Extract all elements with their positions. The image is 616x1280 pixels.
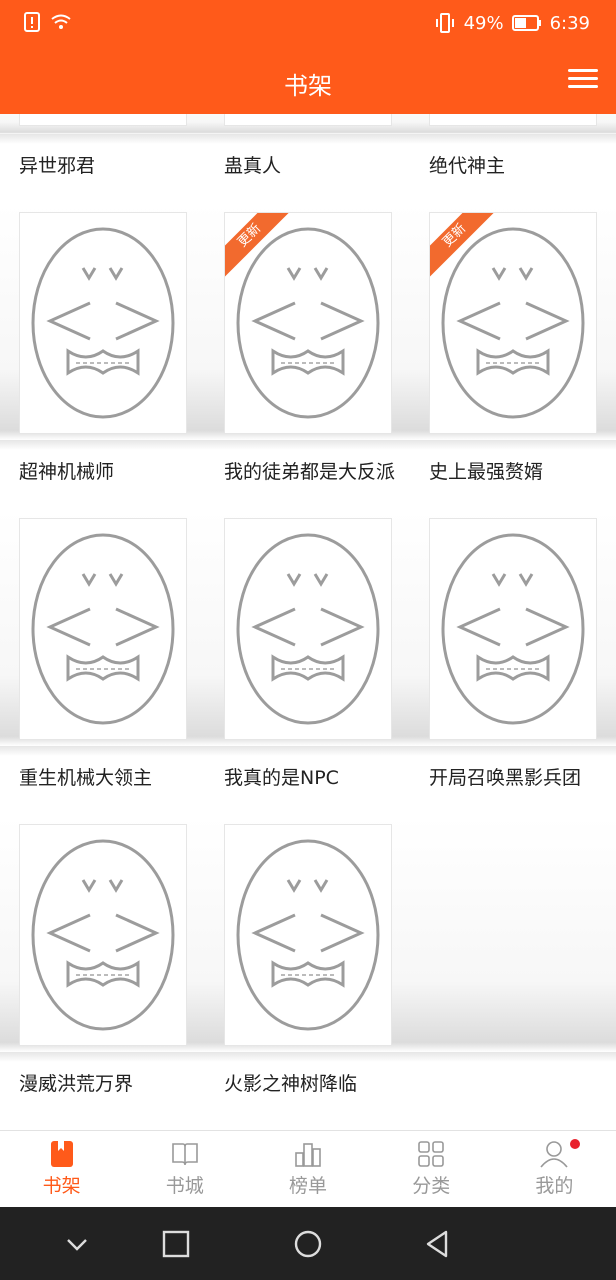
menu-button[interactable]	[568, 64, 598, 94]
book-cover[interactable]	[19, 518, 187, 740]
book-cover[interactable]: 更新	[429, 212, 597, 434]
tab-bookstore[interactable]: 书城	[123, 1131, 246, 1207]
book-title[interactable]: 史上最强赘婿	[429, 460, 609, 484]
tab-label: 书城	[165, 1175, 204, 1197]
book-cover[interactable]: 更新	[224, 212, 392, 434]
vibrate-icon	[435, 13, 454, 33]
placeholder-cover-icon	[236, 839, 380, 1031]
battery-icon	[511, 15, 541, 31]
book-title[interactable]: 我真的是NPC	[224, 766, 404, 790]
book-title[interactable]: 异世邪君	[19, 154, 199, 178]
tab-category[interactable]: 分类	[370, 1131, 493, 1207]
book-icon	[171, 1143, 198, 1166]
chevron-down-icon[interactable]	[60, 1227, 94, 1261]
user-icon	[540, 1141, 569, 1168]
book-cover[interactable]	[224, 824, 392, 1046]
book-cover[interactable]	[19, 114, 187, 126]
bottom-navigation: 书架 书城 榜单 分类 我的	[0, 1130, 616, 1207]
notification-dot	[570, 1139, 580, 1149]
tab-ranking[interactable]: 榜单	[246, 1131, 369, 1207]
book-title[interactable]: 我的徒弟都是大反派	[224, 460, 404, 484]
book-cover[interactable]	[429, 518, 597, 740]
book-title[interactable]: 火影之神树降临	[224, 1072, 404, 1096]
book-cover[interactable]	[429, 114, 597, 126]
home-icon[interactable]	[291, 1227, 325, 1261]
book-cover[interactable]	[224, 518, 392, 740]
placeholder-cover-icon	[236, 533, 380, 725]
page-title: 书架	[284, 72, 332, 100]
hamburger-icon	[568, 69, 598, 72]
back-icon[interactable]	[422, 1227, 456, 1261]
book-title[interactable]: 开局召唤黑影兵团	[429, 766, 609, 790]
tab-label: 我的	[535, 1175, 574, 1197]
top-app-bar: 49% 6:39 书架	[0, 0, 616, 114]
placeholder-cover-icon	[31, 839, 175, 1031]
book-title[interactable]: 超神机械师	[19, 460, 199, 484]
wifi-icon	[51, 14, 71, 29]
book-title[interactable]: 绝代神主	[429, 154, 609, 178]
book-title[interactable]: 重生机械大领主	[19, 766, 199, 790]
tab-label: 分类	[412, 1175, 451, 1197]
tab-label: 书架	[42, 1175, 81, 1197]
placeholder-cover-icon	[31, 227, 175, 419]
battery-percent: 49%	[463, 12, 504, 34]
grid-icon	[418, 1141, 445, 1167]
placeholder-cover-icon	[31, 533, 175, 725]
placeholder-cover-icon	[236, 227, 380, 419]
tab-bookshelf[interactable]: 书架	[0, 1131, 123, 1207]
status-bar: 49% 6:39	[0, 0, 616, 48]
clock: 6:39	[549, 12, 590, 34]
book-title[interactable]: 蛊真人	[224, 154, 404, 178]
book-cover[interactable]	[224, 114, 392, 126]
placeholder-cover-icon	[441, 227, 585, 419]
book-cover[interactable]	[19, 824, 187, 1046]
bar-chart-icon	[295, 1143, 321, 1167]
bookmark-icon	[50, 1141, 73, 1167]
tab-profile[interactable]: 我的	[493, 1131, 616, 1207]
book-cover[interactable]	[19, 212, 187, 434]
bookshelf[interactable]: 异世邪君 蛊真人更新 绝代神主更新超神机械师 我的徒弟都是大反派 史上最强赘婿重生机械大…	[0, 114, 616, 1130]
book-title[interactable]: 漫威洪荒万界	[19, 1072, 199, 1096]
alert-icon	[24, 12, 40, 32]
system-navigation-bar	[0, 1207, 616, 1280]
tab-label: 榜单	[289, 1175, 328, 1197]
recents-icon[interactable]	[159, 1227, 193, 1261]
placeholder-cover-icon	[441, 533, 585, 725]
